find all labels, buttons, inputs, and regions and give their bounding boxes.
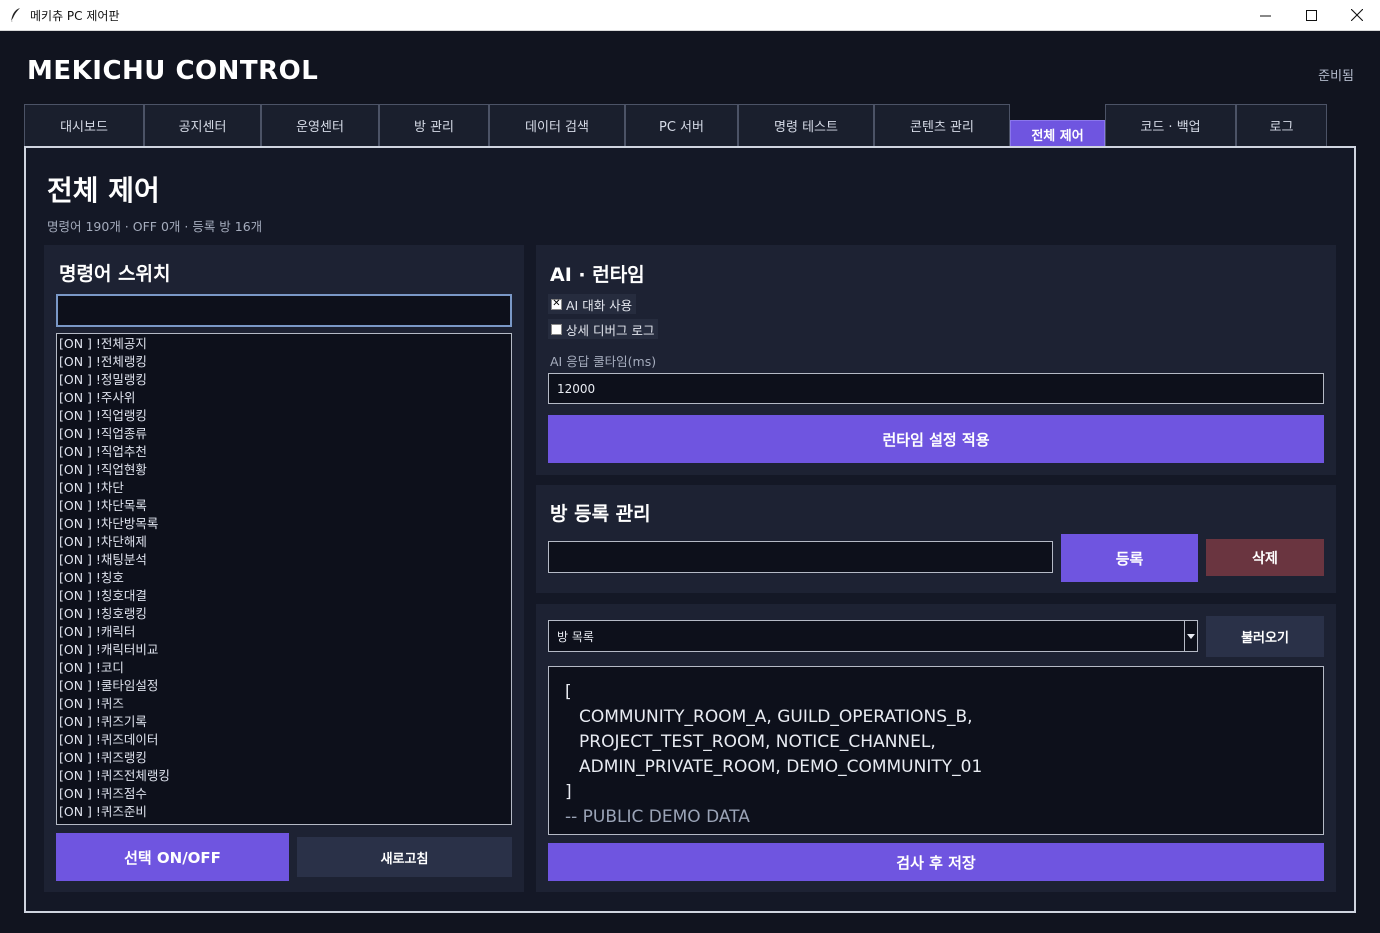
- page-subtitle: 명령어 190개 · OFF 0개 · 등록 방 16개: [47, 219, 263, 234]
- cooldown-label: AI 응답 쿨타임(ms): [550, 354, 657, 369]
- list-item[interactable]: [ON ] !정밀랭킹: [59, 371, 509, 389]
- code-line: ]: [565, 782, 572, 802]
- tab-content-management[interactable]: 콘텐츠 관리: [874, 104, 1010, 146]
- tab-pc-server[interactable]: PC 서버: [625, 104, 738, 146]
- close-icon: [1350, 6, 1364, 25]
- tab-code-backup[interactable]: 코드 · 백업: [1105, 104, 1236, 146]
- list-item[interactable]: [ON ] !칭호대결: [59, 587, 509, 605]
- delete-room-button[interactable]: 삭제: [1206, 539, 1324, 576]
- register-room-button[interactable]: 등록: [1061, 534, 1198, 582]
- window-title: 메키츄 PC 제어판: [30, 8, 120, 23]
- list-item[interactable]: [ON ] !주사위: [59, 389, 509, 407]
- code-line: PROJECT_TEST_ROOM, NOTICE_CHANNEL,: [579, 732, 936, 752]
- debug-log-checkbox[interactable]: 상세 디버그 로그: [548, 319, 659, 339]
- list-item[interactable]: [ON ] !퀴즈준비: [59, 803, 509, 821]
- chevron-down-icon[interactable]: [1184, 621, 1197, 651]
- maximize-icon: [1305, 6, 1317, 25]
- tab-dashboard[interactable]: 대시보드: [24, 104, 144, 146]
- window-titlebar: 메키츄 PC 제어판: [0, 0, 1380, 31]
- list-item[interactable]: [ON ] !캐릭터비교: [59, 641, 509, 659]
- list-item[interactable]: [ON ] !코디: [59, 659, 509, 677]
- tab-operations-center[interactable]: 운영센터: [261, 104, 379, 146]
- minimize-button[interactable]: [1242, 0, 1288, 31]
- runtime-title: AI · 런타임: [550, 264, 645, 286]
- ai-chat-checkbox[interactable]: ✕ AI 대화 사용: [548, 294, 637, 314]
- list-item[interactable]: [ON ] !직업랭킹: [59, 407, 509, 425]
- validate-save-button[interactable]: 검사 후 저장: [548, 843, 1324, 881]
- code-line: ADMIN_PRIVATE_ROOM, DEMO_COMMUNITY_01: [579, 757, 983, 777]
- list-item[interactable]: [ON ] !캐릭터: [59, 623, 509, 641]
- list-item[interactable]: [ON ] !전체랭킹: [59, 353, 509, 371]
- toggle-on-off-button[interactable]: 선택 ON/OFF: [56, 833, 289, 881]
- list-item[interactable]: [ON ] !쿨타임설정: [59, 677, 509, 695]
- list-item[interactable]: [ON ] !퀴즈점수: [59, 785, 509, 803]
- command-list[interactable]: [ON ] !전체공지 [ON ] !전체랭킹 [ON ] !정밀랭킹 [ON …: [56, 333, 512, 825]
- list-item[interactable]: [ON ] !퀴즈기록: [59, 713, 509, 731]
- tab-command-test[interactable]: 명령 테스트: [738, 104, 874, 146]
- app-title: MEKICHU CONTROL: [27, 56, 319, 86]
- tab-data-search[interactable]: 데이터 검색: [489, 104, 625, 146]
- ai-chat-label: AI 대화 사용: [566, 297, 633, 313]
- tab-room-management[interactable]: 방 관리: [379, 104, 489, 146]
- list-item[interactable]: [ON ] !퀴즈전체랭킹: [59, 767, 509, 785]
- list-item[interactable]: [ON ] !칭호: [59, 569, 509, 587]
- tab-logs[interactable]: 로그: [1236, 104, 1327, 146]
- status-text: 준비됨: [1318, 69, 1354, 84]
- cooldown-input[interactable]: 12000: [548, 373, 1324, 404]
- list-item[interactable]: [ON ] !퀴즈: [59, 695, 509, 713]
- list-item[interactable]: [ON ] !퀴즈데이터: [59, 731, 509, 749]
- checkbox-checked-icon: ✕: [551, 298, 562, 310]
- list-item[interactable]: [ON ] !차단: [59, 479, 509, 497]
- room-name-input[interactable]: [548, 541, 1053, 573]
- list-item[interactable]: [ON ] !칭호랭킹: [59, 605, 509, 623]
- list-item[interactable]: [ON ] !차단목록: [59, 497, 509, 515]
- list-item[interactable]: [ON ] !채팅분석: [59, 551, 509, 569]
- command-switch-title: 명령어 스위치: [59, 263, 171, 285]
- refresh-button[interactable]: 새로고침: [297, 837, 512, 877]
- command-search-input[interactable]: [56, 294, 512, 327]
- checkbox-unchecked-icon: [551, 323, 562, 335]
- room-register-title: 방 등록 관리: [550, 503, 651, 525]
- load-rooms-button[interactable]: 불러오기: [1206, 616, 1324, 657]
- page-title: 전체 제어: [47, 174, 160, 207]
- list-item[interactable]: [ON ] !직업현황: [59, 461, 509, 479]
- code-line: COMMUNITY_ROOM_A, GUILD_OPERATIONS_B,: [579, 707, 973, 727]
- list-item[interactable]: [ON ] !전체공지: [59, 335, 509, 353]
- tab-global-control[interactable]: 전체 제어: [1010, 120, 1105, 148]
- minimize-icon: [1259, 6, 1271, 25]
- room-list-select-value: 방 목록: [557, 629, 594, 644]
- feather-icon: [8, 7, 24, 23]
- code-comment: -- PUBLIC DEMO DATA: [565, 807, 750, 827]
- list-item[interactable]: [ON ] !직업종류: [59, 425, 509, 443]
- tab-notice-center[interactable]: 공지센터: [144, 104, 261, 146]
- code-line: [: [565, 682, 572, 702]
- list-item[interactable]: [ON ] !차단해제: [59, 533, 509, 551]
- maximize-button[interactable]: [1288, 0, 1334, 31]
- debug-log-label: 상세 디버그 로그: [566, 322, 655, 338]
- close-button[interactable]: [1334, 0, 1380, 31]
- list-item[interactable]: [ON ] !직업추천: [59, 443, 509, 461]
- room-list-select[interactable]: 방 목록: [548, 620, 1198, 652]
- room-json-editor[interactable]: [ COMMUNITY_ROOM_A, GUILD_OPERATIONS_B, …: [548, 666, 1324, 835]
- list-item[interactable]: [ON ] !퀴즈랭킹: [59, 749, 509, 767]
- list-item[interactable]: [ON ] !차단방목록: [59, 515, 509, 533]
- apply-runtime-button[interactable]: 런타임 설정 적용: [548, 415, 1324, 463]
